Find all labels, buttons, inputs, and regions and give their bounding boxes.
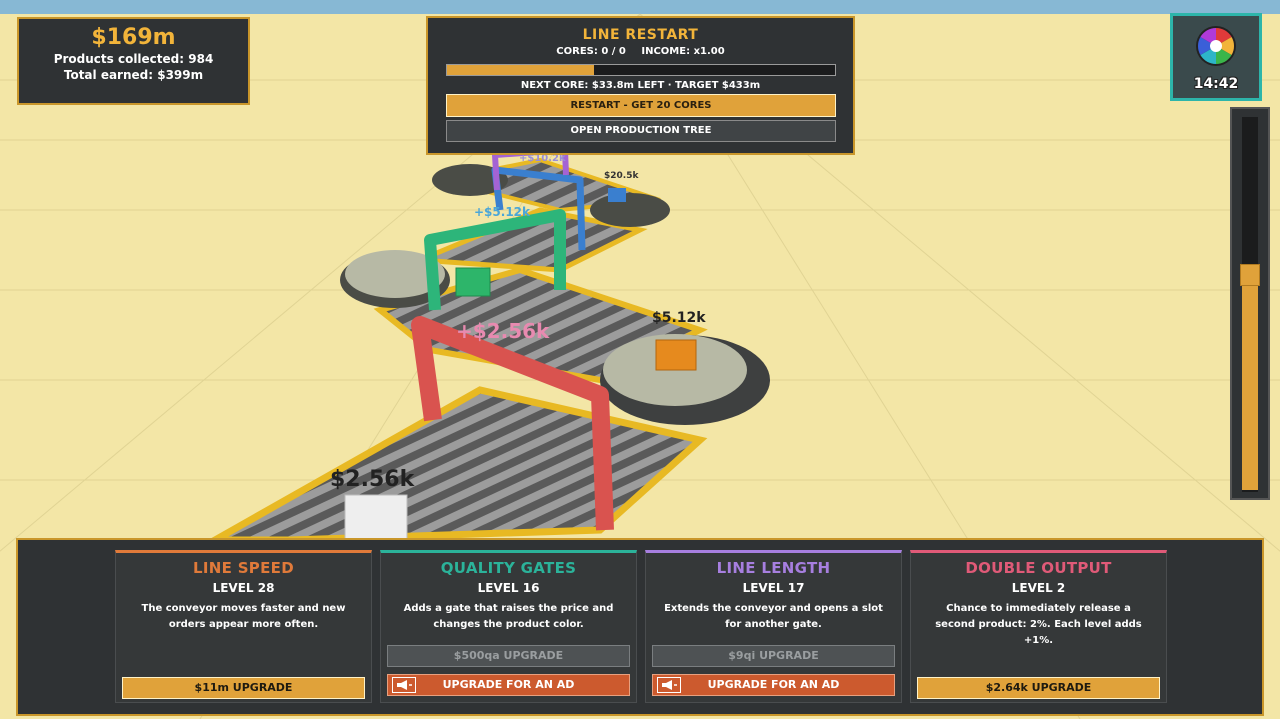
timer-text: 14:42 — [1193, 76, 1239, 92]
upgrades-panel: LINE SPEED LEVEL 28 The conveyor moves f… — [16, 538, 1264, 716]
cores-count: CORES: 0 / 0 — [556, 46, 626, 57]
upgrade-button[interactable]: $11m UPGRADE — [122, 677, 365, 699]
upgrade-description: The conveyor moves faster and new orders… — [141, 603, 346, 630]
upgrade-level: LEVEL 16 — [477, 581, 540, 595]
upgrade-card-line-length: LINE LENGTH LEVEL 17 Extends the conveyo… — [645, 550, 902, 703]
upgrade-description: Adds a gate that raises the price and ch… — [403, 603, 614, 630]
upgrade-level: LEVEL 17 — [742, 581, 805, 595]
products-collected: Products collected: 984 — [53, 52, 214, 66]
upgrade-button[interactable]: $2.64k UPGRADE — [917, 677, 1160, 699]
open-production-tree-button[interactable]: OPEN PRODUCTION TREE — [446, 120, 836, 142]
balance: $169m — [91, 25, 176, 50]
income-popup: +$2.56k — [456, 319, 550, 343]
color-wheel-icon — [1196, 26, 1236, 66]
money-panel: $169m Products collected: 984 Total earn… — [17, 17, 250, 105]
restart-stats: CORES: 0 / 0 INCOME: x1.00 — [428, 46, 853, 57]
upgrade-title: LINE LENGTH — [716, 559, 831, 577]
next-core-info: NEXT CORE: $33.8m LEFT · TARGET $433m — [520, 80, 761, 91]
line-restart-panel: LINE RESTART CORES: 0 / 0 INCOME: x1.00 … — [426, 16, 855, 155]
restart-button[interactable]: RESTART - GET 20 CORES — [446, 94, 836, 117]
total-earned: Total earned: $399m — [63, 68, 204, 82]
color-wheel-timer[interactable]: 14:42 — [1170, 13, 1262, 101]
price-label: $2.56k — [330, 467, 415, 492]
megaphone-icon — [657, 677, 681, 693]
slider-fill — [1242, 273, 1258, 490]
upgrade-level: LEVEL 28 — [212, 581, 275, 595]
upgrade-level: LEVEL 2 — [1011, 581, 1066, 595]
megaphone-icon — [392, 677, 416, 693]
panel-title: LINE RESTART — [582, 27, 699, 43]
income-popup: +$5.12k — [474, 205, 530, 219]
ad-button-label: UPGRADE FOR AN AD — [707, 678, 840, 691]
core-progress-fill — [447, 65, 595, 75]
slider-handle[interactable] — [1240, 264, 1260, 286]
upgrade-button-disabled[interactable]: $500qa UPGRADE — [387, 645, 630, 667]
upgrade-card-line-speed: LINE SPEED LEVEL 28 The conveyor moves f… — [115, 550, 372, 703]
price-label: $5.12k — [652, 310, 706, 326]
upgrade-card-double-output: DOUBLE OUTPUT LEVEL 2 Chance to immediat… — [910, 550, 1167, 703]
upgrade-description: Chance to immediately release a second p… — [935, 603, 1142, 646]
price-label: $20.5k — [604, 171, 639, 181]
core-progress-bar — [446, 64, 836, 76]
upgrade-title: DOUBLE OUTPUT — [965, 559, 1112, 577]
upgrade-title: LINE SPEED — [193, 559, 294, 577]
upgrade-card-quality-gates: QUALITY GATES LEVEL 16 Adds a gate that … — [380, 550, 637, 703]
ad-button-label: UPGRADE FOR AN AD — [442, 678, 575, 691]
upgrade-for-ad-button[interactable]: UPGRADE FOR AN AD — [652, 674, 895, 696]
upgrade-for-ad-button[interactable]: UPGRADE FOR AN AD — [387, 674, 630, 696]
upgrade-description: Extends the conveyor and opens a slot fo… — [664, 603, 883, 630]
upgrade-title: QUALITY GATES — [440, 559, 577, 577]
income-multiplier: INCOME: x1.00 — [641, 46, 725, 57]
speed-slider[interactable] — [1230, 107, 1270, 500]
upgrade-button-disabled[interactable]: $9qi UPGRADE — [652, 645, 895, 667]
